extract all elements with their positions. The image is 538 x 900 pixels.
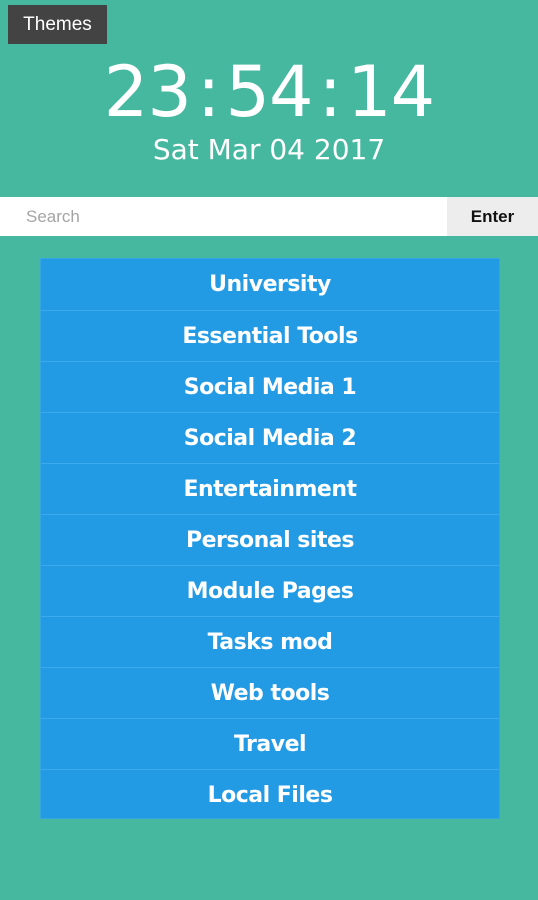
date-display: Sat Mar 04 2017: [152, 133, 386, 166]
bookmark-category-menu: University Essential Tools Social Media …: [40, 258, 500, 819]
themes-button[interactable]: Themes: [8, 5, 107, 44]
clock: 23:54:14: [0, 52, 538, 132]
menu-item-university[interactable]: University: [41, 259, 499, 310]
clock-hours: 23: [103, 51, 192, 133]
menu-item-web-tools[interactable]: Web tools: [41, 667, 499, 718]
menu-item-travel[interactable]: Travel: [41, 718, 499, 769]
clock-seconds: 14: [347, 51, 435, 133]
search-input[interactable]: [16, 197, 446, 236]
search-bar: Enter: [0, 197, 538, 236]
menu-item-personal-sites[interactable]: Personal sites: [41, 514, 499, 565]
clock-minutes: 54: [225, 51, 313, 133]
menu-item-essential-tools[interactable]: Essential Tools: [41, 310, 499, 361]
menu-item-local-files[interactable]: Local Files: [41, 769, 499, 820]
clock-separator: :: [318, 51, 343, 133]
enter-button[interactable]: Enter: [447, 197, 538, 236]
menu-item-entertainment[interactable]: Entertainment: [41, 463, 499, 514]
menu-item-module-pages[interactable]: Module Pages: [41, 565, 499, 616]
menu-item-social-media-1[interactable]: Social Media 1: [41, 361, 499, 412]
menu-item-social-media-2[interactable]: Social Media 2: [41, 412, 499, 463]
menu-item-tasks-mod[interactable]: Tasks mod: [41, 616, 499, 667]
clock-separator: :: [196, 51, 221, 133]
